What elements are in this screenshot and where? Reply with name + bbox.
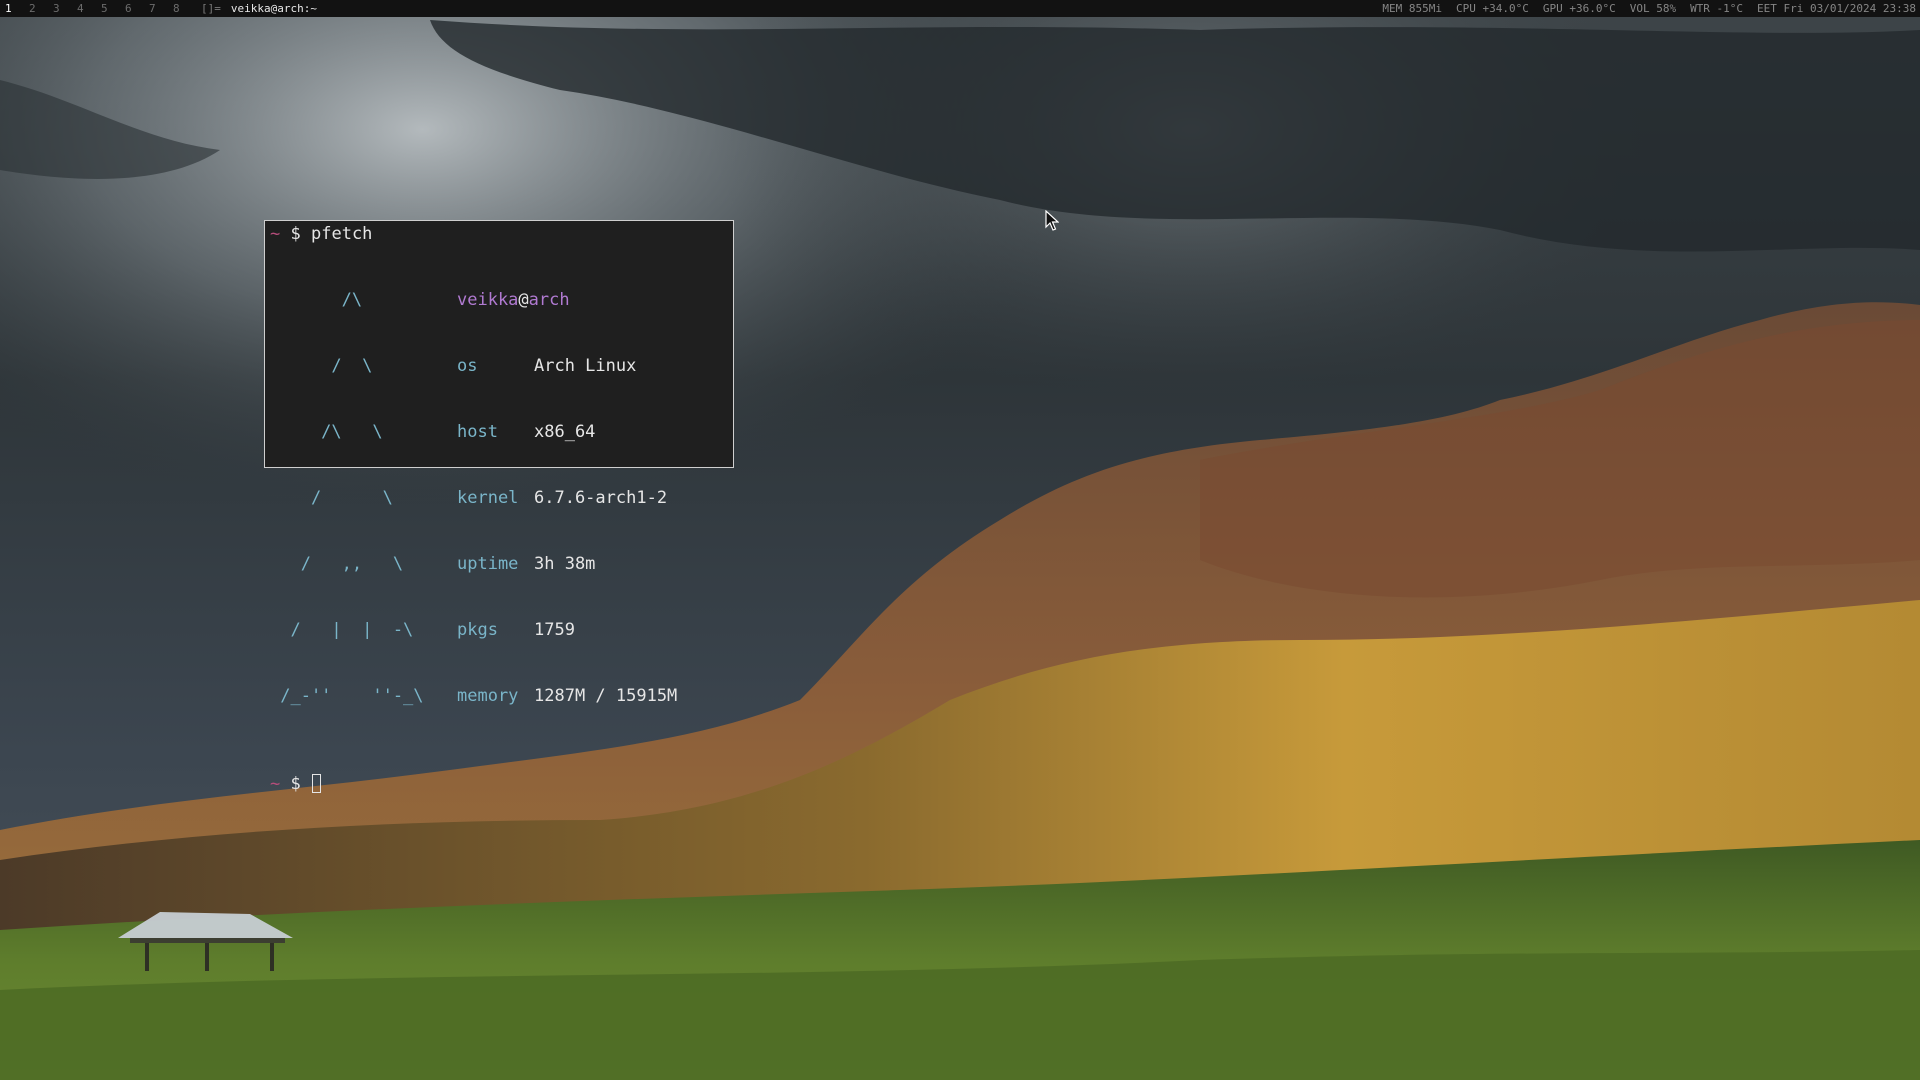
info-key: memory: [457, 686, 519, 706]
info-value: 6.7.6-arch1-2: [534, 488, 668, 508]
cpu-status: CPU +34.0°C: [1455, 2, 1529, 15]
arch-logo-ascii: /\ / \ /\ \ / \ / ,, \ / | | -\ /_-'' ''…: [270, 245, 457, 751]
prompt-dollar: $: [290, 224, 301, 244]
layout-indicator[interactable]: []=: [201, 0, 221, 17]
command-line: ~ $ pfetch: [270, 223, 733, 245]
username: veikka: [457, 290, 519, 310]
workspace-4[interactable]: 4: [75, 0, 99, 17]
hostname: arch: [528, 290, 570, 310]
text-cursor: [312, 774, 321, 793]
user-host-line: veikka@arch: [457, 289, 677, 311]
info-row: host x86_64: [457, 421, 677, 443]
workspace-1[interactable]: 1: [3, 0, 27, 17]
info-key: os: [457, 356, 478, 376]
workspace-list: 1 2 3 4 5 6 7 8: [3, 0, 195, 17]
command-text: pfetch: [311, 224, 373, 244]
system-info: veikka@arch os Arch Linux host x86_64 kern…: [457, 245, 677, 751]
prompt-tilde: ~: [270, 774, 281, 794]
workspace-5[interactable]: 5: [99, 0, 123, 17]
info-key: uptime: [457, 554, 519, 574]
workspace-7[interactable]: 7: [147, 0, 171, 17]
info-row: pkgs 1759: [457, 619, 677, 641]
info-key: pkgs: [457, 620, 498, 640]
window-title: veikka@arch:~: [230, 2, 317, 15]
status-area: MEM 855Mi CPU +34.0°C GPU +36.0°C VOL 58…: [1382, 0, 1916, 17]
ascii-line: /\ \: [270, 422, 383, 442]
mem-status: MEM 855Mi: [1382, 2, 1442, 15]
ascii-line: / \: [270, 488, 393, 508]
info-value: 1287M / 15915M: [534, 686, 678, 706]
info-value: 1759: [534, 620, 575, 640]
clock: EET Fri 03/01/2024 23:38: [1757, 2, 1916, 15]
mouse-pointer-icon: [1045, 210, 1059, 231]
weather-status: WTR -1°C: [1690, 2, 1744, 15]
info-row: memory 1287M / 15915M: [457, 685, 677, 707]
info-value: 3h 38m: [534, 554, 596, 574]
workspace-3[interactable]: 3: [51, 0, 75, 17]
info-row: os Arch Linux: [457, 355, 677, 377]
info-value: Arch Linux: [534, 356, 637, 376]
info-key: kernel: [457, 488, 519, 508]
info-value: x86_64: [534, 422, 596, 442]
ascii-line: /_-'' ''-_\: [270, 686, 424, 706]
input-line[interactable]: ~ $: [270, 773, 733, 795]
prompt-tilde: ~: [270, 224, 281, 244]
workspace-2[interactable]: 2: [27, 0, 51, 17]
ascii-line: /\: [270, 290, 363, 310]
info-key: host: [457, 422, 498, 442]
top-status-bar: 1 2 3 4 5 6 7 8 []= veikka@arch:~ MEM 85…: [0, 0, 1920, 17]
info-row: uptime 3h 38m: [457, 553, 677, 575]
volume-status[interactable]: VOL 58%: [1630, 0, 1676, 17]
workspace-8[interactable]: 8: [171, 0, 195, 17]
workspace-6[interactable]: 6: [123, 0, 147, 17]
pfetch-output: /\ / \ /\ \ / \ / ,, \ / | | -\ /_-'' ''…: [270, 245, 733, 751]
at-sign: @: [518, 290, 529, 310]
prompt-dollar: $: [290, 774, 301, 794]
info-row: kernel 6.7.6-arch1-2: [457, 487, 677, 509]
ascii-line: / | | -\: [270, 620, 414, 640]
ascii-line: / \: [270, 356, 373, 376]
gpu-status: GPU +36.0°C: [1542, 2, 1616, 15]
ascii-line: / ,, \: [270, 554, 404, 574]
terminal-window[interactable]: ~ $ pfetch /\ / \ /\ \ / \ / ,, \ / | | …: [264, 220, 734, 794]
